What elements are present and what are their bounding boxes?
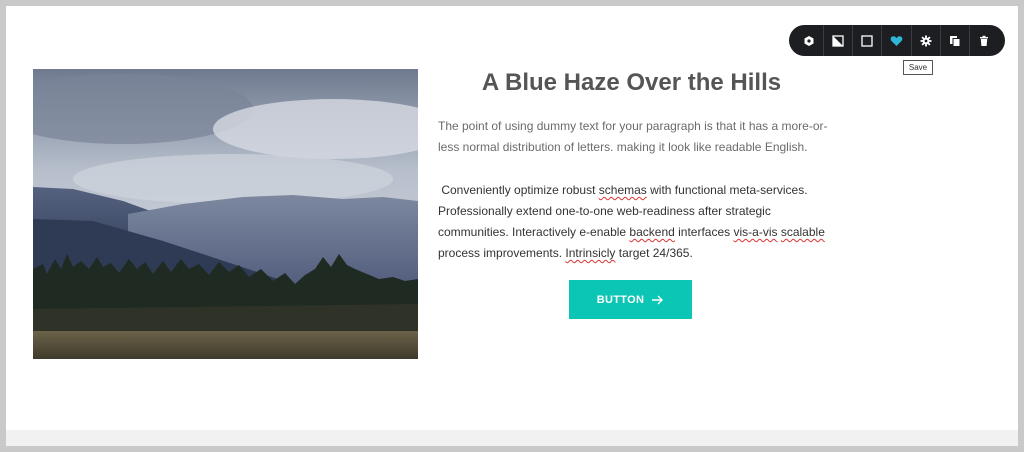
intro-paragraph: The point of using dummy text for your p… — [438, 119, 828, 154]
body-paragraph: Conveniently optimize robust schemas wit… — [438, 183, 829, 260]
heart-icon[interactable] — [882, 25, 912, 56]
hero-image[interactable] — [33, 69, 418, 359]
arrow-right-icon — [652, 295, 664, 304]
trash-icon[interactable] — [970, 25, 999, 56]
spellcheck-word: schemas — [598, 183, 647, 197]
spellcheck-word: scalable — [780, 225, 825, 239]
square-icon[interactable] — [853, 25, 883, 56]
block-toolbar — [789, 25, 1005, 56]
spellcheck-word: backend — [629, 225, 675, 239]
spellcheck-word: Intrinsicly — [565, 246, 616, 260]
duplicate-icon[interactable] — [941, 25, 970, 56]
save-tooltip: Save — [903, 60, 933, 75]
spellcheck-word: vis-a-vis — [733, 225, 778, 239]
cta-button-label: BUTTON — [596, 293, 645, 306]
gear-icon[interactable] — [912, 25, 941, 56]
cta-button[interactable]: BUTTON — [569, 280, 692, 319]
hexagon-icon[interactable] — [795, 25, 825, 56]
contrast-icon[interactable] — [824, 25, 854, 56]
section-heading: A Blue Haze Over the Hills — [481, 69, 782, 96]
footer-strip — [6, 430, 1018, 446]
